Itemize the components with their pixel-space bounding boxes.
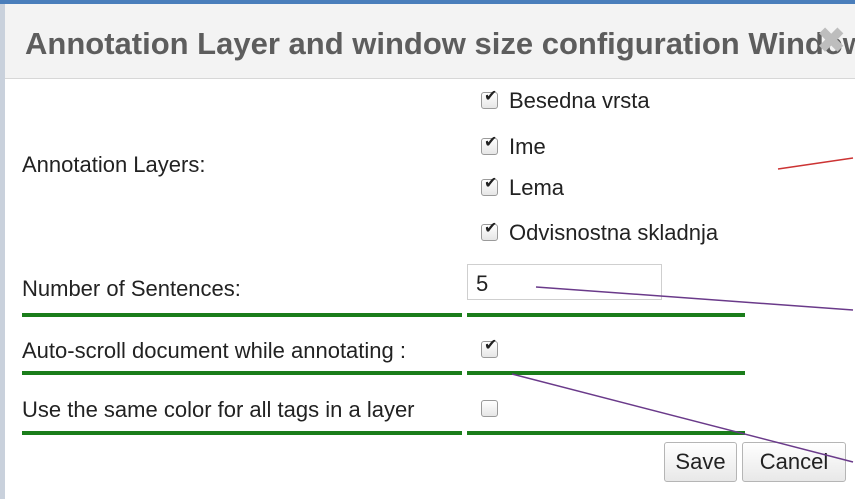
arrow-line-purple [511,373,854,463]
annotation-arrows [511,157,854,463]
arrow-line-red [777,157,854,170]
arrow-line-purple [535,286,854,311]
